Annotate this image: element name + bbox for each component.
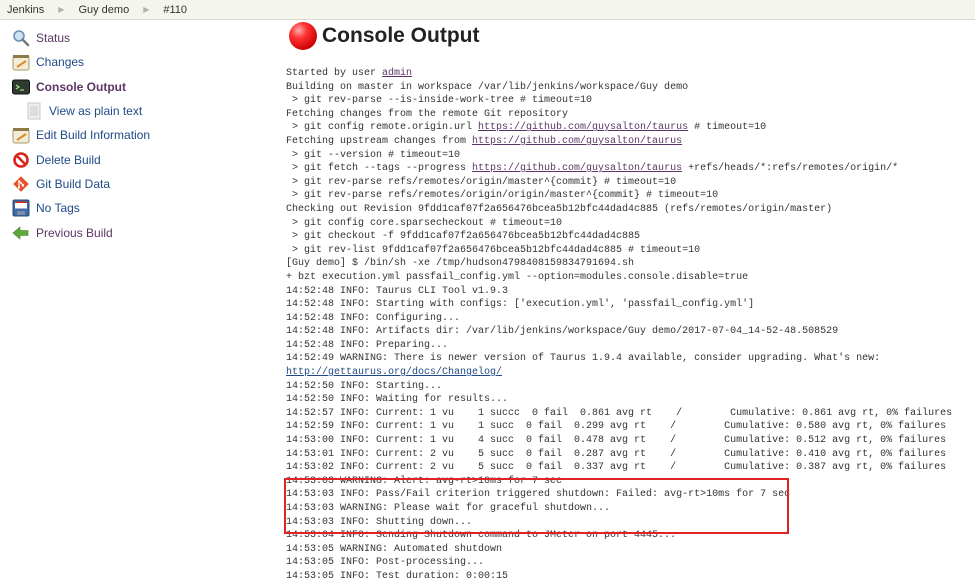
console-line: 14:52:48 INFO: Starting with configs: ['…	[286, 299, 755, 311]
terminal-icon	[12, 78, 30, 96]
sidebar-item-view-plain-text[interactable]: View as plain text	[12, 99, 262, 123]
sidebar-item-delete-build[interactable]: Delete Build	[12, 147, 262, 171]
repo-url-link[interactable]: https://github.com/guysalton/taurus	[472, 163, 682, 174]
main-panel: Console Output	[286, 20, 975, 52]
sidebar-item-label: Git Build Data	[36, 176, 111, 191]
sidebar-item-previous-build[interactable]: Previous Build	[12, 220, 262, 244]
breadcrumb-separator-icon: ▶	[143, 5, 150, 14]
sidebar-item-console-output[interactable]: Console Output	[12, 75, 262, 99]
console-line: 14:53:02 INFO: Current: 2 vu 5 succ 0 fa…	[286, 462, 947, 474]
console-line: > git rev-parse refs/remotes/origin/orig…	[286, 190, 719, 202]
console-line: 14:53:05 INFO: Test duration: 0:00:15	[286, 570, 509, 582]
console-line: 14:53:01 INFO: Current: 2 vu 5 succ 0 fa…	[286, 448, 947, 460]
sidebar-item-label: Status	[36, 31, 71, 46]
console-line: > git fetch --tags --progress https://gi…	[286, 163, 899, 175]
console-line: Started by user admin	[286, 68, 413, 79]
console-line: > git config core.sparsecheckout # timeo…	[286, 217, 563, 229]
breadcrumb-separator-icon: ▶	[58, 5, 65, 14]
console-line: 14:52:59 INFO: Current: 1 vu 1 succ 0 fa…	[286, 421, 947, 433]
sidebar-item-label: Console Output	[36, 79, 126, 94]
console-line: [Guy demo] $ /bin/sh -xe /tmp/hudson4798…	[286, 258, 635, 270]
sidebar-item-label: Delete Build	[36, 152, 101, 167]
breadcrumb-build-110[interactable]: #110	[163, 4, 187, 16]
sidebar-item-edit-build-information[interactable]: Edit Build Information	[12, 123, 262, 147]
console-line: > git rev-parse --is-inside-work-tree # …	[286, 95, 593, 107]
console-line: 14:53:00 INFO: Current: 1 vu 4 succ 0 fa…	[286, 435, 947, 447]
console-line: Checking out Revision 9fdd1caf07f2a65647…	[286, 203, 833, 215]
breadcrumb-guy-demo[interactable]: Guy demo	[78, 4, 129, 16]
console-line: Fetching changes from the remote Git rep…	[286, 108, 569, 120]
sidebar-item-label: Changes	[36, 55, 85, 70]
console-line: 14:52:48 INFO: Configuring...	[286, 312, 461, 324]
console-line: 14:52:48 INFO: Preparing...	[286, 339, 449, 351]
notepad-icon	[12, 53, 30, 71]
sidebar-item-git-build-data[interactable]: Git Build Data	[12, 172, 262, 196]
sidebar-item-label: View as plain text	[49, 104, 143, 119]
console-line: 14:53:05 WARNING: Automated shutdown	[286, 543, 503, 555]
console-line: 14:53:05 INFO: Post-processing...	[286, 557, 485, 569]
git-icon	[12, 175, 30, 193]
console-line: Fetching upstream changes from https://g…	[286, 135, 683, 147]
magnifier-icon	[12, 29, 30, 47]
page-title: Console Output	[322, 24, 480, 47]
breadcrumb: Jenkins ▶ Guy demo ▶ #110	[0, 0, 975, 20]
console-line: > git rev-parse refs/remotes/origin/mast…	[286, 176, 677, 188]
console-line: 14:52:57 INFO: Current: 1 vu 1 succc 0 f…	[286, 407, 953, 419]
notepad-icon	[12, 126, 30, 144]
shutdown-highlight-box	[284, 478, 789, 534]
console-line: > git config remote.origin.url https://g…	[286, 122, 767, 134]
sidebar-item-changes[interactable]: Changes	[12, 50, 262, 74]
build-status-failed-icon	[289, 22, 317, 50]
console-line: 14:52:48 INFO: Taurus CLI Tool v1.9.3	[286, 285, 509, 297]
no-entry-icon	[12, 151, 30, 169]
breadcrumb-jenkins[interactable]: Jenkins	[7, 4, 44, 16]
page-header: Console Output	[289, 20, 975, 52]
console-line: Building on master in workspace /var/lib…	[286, 81, 689, 93]
user-admin-link[interactable]: admin	[382, 68, 412, 79]
console-line: > git --version # timeout=10	[286, 149, 461, 161]
console-line: 14:52:50 INFO: Waiting for results...	[286, 394, 509, 406]
repo-url-link[interactable]: https://github.com/guysalton/taurus	[472, 136, 682, 147]
console-line: + bzt execution.yml passfail_config.yml …	[286, 271, 749, 283]
sidebar-item-label: Previous Build	[36, 225, 113, 240]
sidebar-item-no-tags[interactable]: No Tags	[12, 196, 262, 220]
console-line: 14:52:50 INFO: Starting...	[286, 380, 443, 392]
repo-url-link[interactable]: https://github.com/guysalton/taurus	[478, 122, 688, 133]
sidebar-item-label: No Tags	[36, 201, 80, 216]
sidebar-item-label: Edit Build Information	[36, 128, 151, 143]
console-line: 14:52:48 INFO: Artifacts dir: /var/lib/j…	[286, 326, 839, 338]
console-line: 14:52:49 WARNING: There is newer version…	[286, 353, 881, 365]
console-line: > git checkout -f 9fdd1caf07f2a656476bce…	[286, 231, 641, 243]
document-icon	[25, 102, 43, 120]
changelog-link[interactable]: http://gettaurus.org/docs/Changelog/	[286, 367, 502, 378]
arrow-left-icon	[12, 224, 30, 242]
sidebar: Status Changes Console Output View as pl…	[12, 26, 262, 245]
console-line: > git rev-list 9fdd1caf07f2a656476bcea5b…	[286, 244, 701, 256]
save-icon	[12, 199, 30, 217]
sidebar-item-status[interactable]: Status	[12, 26, 262, 50]
